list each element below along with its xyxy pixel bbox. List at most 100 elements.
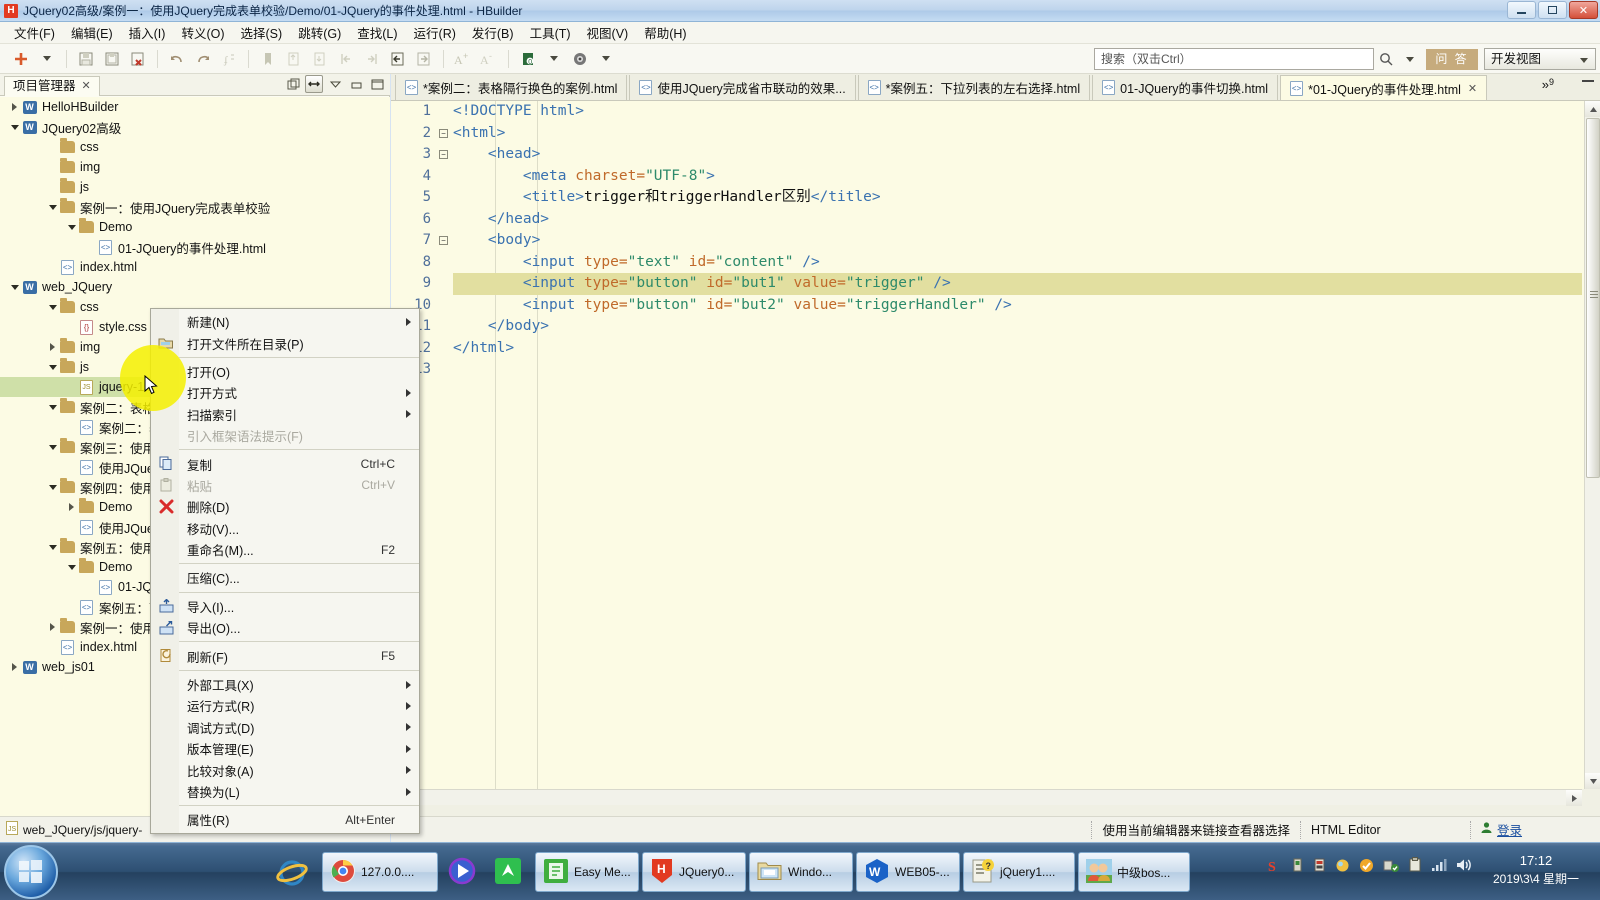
- battery-icon[interactable]: [1313, 857, 1326, 878]
- search-input[interactable]: [1094, 48, 1374, 70]
- sogou-input-icon[interactable]: S: [1267, 858, 1282, 878]
- menu-file[interactable]: 文件(F): [6, 21, 63, 44]
- close-icon[interactable]: ✕: [1468, 82, 1477, 95]
- save-all-icon[interactable]: [99, 47, 125, 71]
- search-dropdown-icon[interactable]: [1398, 48, 1422, 70]
- run-dropdown-icon[interactable]: [541, 47, 567, 71]
- safe-eject-icon[interactable]: [1383, 858, 1399, 878]
- login-link[interactable]: 登录: [1497, 820, 1522, 839]
- menu-find[interactable]: 查找(L): [349, 21, 405, 44]
- undo-icon[interactable]: [164, 47, 190, 71]
- notification-icon[interactable]: [1335, 858, 1350, 878]
- shield-update-icon[interactable]: [1359, 858, 1374, 878]
- preview-icon[interactable]: [567, 47, 593, 71]
- context-menu-item[interactable]: 导出(O)...: [151, 617, 419, 638]
- editor-minimize-icon[interactable]: [1582, 80, 1594, 82]
- editor-tab[interactable]: <> 01-JQuery的事件切换.html: [1092, 75, 1279, 100]
- code-line[interactable]: <html>: [453, 123, 1582, 145]
- expand-arrow-icon[interactable]: [46, 204, 59, 210]
- bookmark-next-icon[interactable]: [307, 47, 333, 71]
- context-menu-item[interactable]: 版本管理(E): [151, 738, 419, 759]
- code-content[interactable]: <!DOCTYPE html> <html> <head> <meta chars…: [453, 101, 1582, 789]
- taskbar-button[interactable]: ? jQuery1....: [963, 852, 1075, 892]
- panel-minimize-icon[interactable]: [347, 75, 365, 93]
- code-line[interactable]: </body>: [453, 316, 1582, 338]
- save-icon[interactable]: [73, 47, 99, 71]
- context-menu-item[interactable]: 删除(D): [151, 496, 419, 517]
- code-editor[interactable]: 1 2 3 4 5 6 7 8 9 10 11 12 13 − − − <!DOCTYPE html> <ht…: [391, 101, 1600, 789]
- context-menu-item[interactable]: 刷新(F) F5: [151, 645, 419, 666]
- back-history-icon[interactable]: [385, 47, 411, 71]
- code-line[interactable]: <!DOCTYPE html>: [453, 101, 1582, 123]
- menu-edit[interactable]: 编辑(E): [63, 21, 121, 44]
- menu-help[interactable]: 帮助(H): [636, 21, 694, 44]
- expand-arrow-icon[interactable]: [46, 304, 59, 310]
- menu-goto[interactable]: 跳转(G): [290, 21, 349, 44]
- panel-maximize-icon[interactable]: [368, 75, 386, 93]
- expand-arrow-icon[interactable]: [46, 484, 59, 490]
- code-line[interactable]: <title>trigger和triggerHandler区别</title>: [453, 187, 1582, 209]
- taskbar-button[interactable]: 中级bos...: [1078, 852, 1190, 892]
- taskbar-button[interactable]: Easy Me...: [535, 852, 639, 892]
- expand-arrow-icon[interactable]: [8, 103, 21, 111]
- taskbar-button[interactable]: 127.0.0....: [322, 852, 438, 892]
- link-with-editor-icon[interactable]: [305, 75, 323, 93]
- internet-explorer-icon[interactable]: [272, 853, 312, 893]
- taskbar-button[interactable]: [488, 852, 532, 892]
- code-line[interactable]: <input type="button" id="but1" value="tr…: [453, 273, 1582, 295]
- expand-arrow-icon[interactable]: [46, 544, 59, 550]
- clipboard-icon[interactable]: [1408, 857, 1422, 878]
- search-icon[interactable]: [1374, 48, 1398, 70]
- code-line[interactable]: <input type="text" id="content" />: [453, 252, 1582, 274]
- expand-arrow-icon[interactable]: [8, 284, 21, 290]
- close-file-icon[interactable]: [125, 47, 151, 71]
- code-line[interactable]: <head>: [453, 144, 1582, 166]
- context-menu-item[interactable]: 调试方式(D): [151, 717, 419, 738]
- menu-tools[interactable]: 工具(T): [522, 21, 579, 44]
- ask-button[interactable]: 问 答: [1426, 49, 1478, 70]
- forward-history-icon[interactable]: [411, 47, 437, 71]
- tree-item[interactable]: <> index.html: [0, 257, 390, 277]
- taskbar-button[interactable]: H JQuery0...: [642, 852, 746, 892]
- context-menu-item[interactable]: 扫描索引: [151, 404, 419, 425]
- menu-select[interactable]: 选择(S): [233, 21, 291, 44]
- context-menu-item[interactable]: 重命名(M)... F2: [151, 539, 419, 560]
- menu-view[interactable]: 视图(V): [579, 21, 637, 44]
- redo-icon[interactable]: [190, 47, 216, 71]
- scrollbar-thumb[interactable]: [1586, 118, 1600, 478]
- tab-project-explorer[interactable]: 项目管理器 ✕: [4, 76, 100, 96]
- code-folding-column[interactable]: − − −: [437, 101, 453, 789]
- tree-item[interactable]: img: [0, 157, 390, 177]
- expand-arrow-icon[interactable]: [46, 404, 59, 410]
- editor-tab-overflow[interactable]: » 9: [1536, 75, 1560, 100]
- scroll-up-icon[interactable]: [1585, 101, 1600, 117]
- expand-arrow-icon[interactable]: [46, 623, 59, 631]
- code-line[interactable]: </head>: [453, 209, 1582, 231]
- tree-item[interactable]: W HelloHBuilder: [0, 97, 390, 117]
- context-menu-item[interactable]: 外部工具(X): [151, 674, 419, 695]
- editor-tab[interactable]: <> *案例二：表格隔行换色的案例.html: [395, 75, 628, 100]
- usb-device-icon[interactable]: [1291, 857, 1304, 878]
- context-menu-item[interactable]: 复制 Ctrl+C: [151, 453, 419, 474]
- font-decrease-icon[interactable]: A-: [476, 47, 502, 71]
- tree-item[interactable]: Wweb_JQuery: [0, 277, 390, 297]
- taskbar-button[interactable]: W WEB05-...: [856, 852, 960, 892]
- code-line[interactable]: </html>: [453, 338, 1582, 360]
- context-menu-item[interactable]: 属性(R) Alt+Enter: [151, 809, 419, 830]
- tree-item[interactable]: js: [0, 177, 390, 197]
- context-menu-item[interactable]: 打开方式: [151, 382, 419, 403]
- code-line[interactable]: <meta charset="UTF-8">: [453, 166, 1582, 188]
- expand-arrow-icon[interactable]: [65, 224, 78, 230]
- collapse-all-icon[interactable]: [284, 75, 302, 93]
- taskbar-clock[interactable]: 17:12 2019\3\4 星期一: [1480, 851, 1592, 889]
- expand-arrow-icon[interactable]: [46, 444, 59, 450]
- taskbar-button[interactable]: [441, 852, 485, 892]
- preview-dropdown-icon[interactable]: [593, 47, 619, 71]
- code-line[interactable]: <input type="button" id="but2" value="tr…: [453, 295, 1582, 317]
- run-browser-icon[interactable]: 0: [515, 47, 541, 71]
- editor-tab[interactable]: <> 使用JQuery完成省市联动的效果...: [629, 75, 856, 100]
- editor-tab[interactable]: <> *01-JQuery的事件处理.html ✕: [1280, 75, 1488, 100]
- start-button-icon[interactable]: [4, 845, 58, 899]
- tree-item[interactable]: Demo: [0, 217, 390, 237]
- expand-arrow-icon[interactable]: [65, 503, 78, 511]
